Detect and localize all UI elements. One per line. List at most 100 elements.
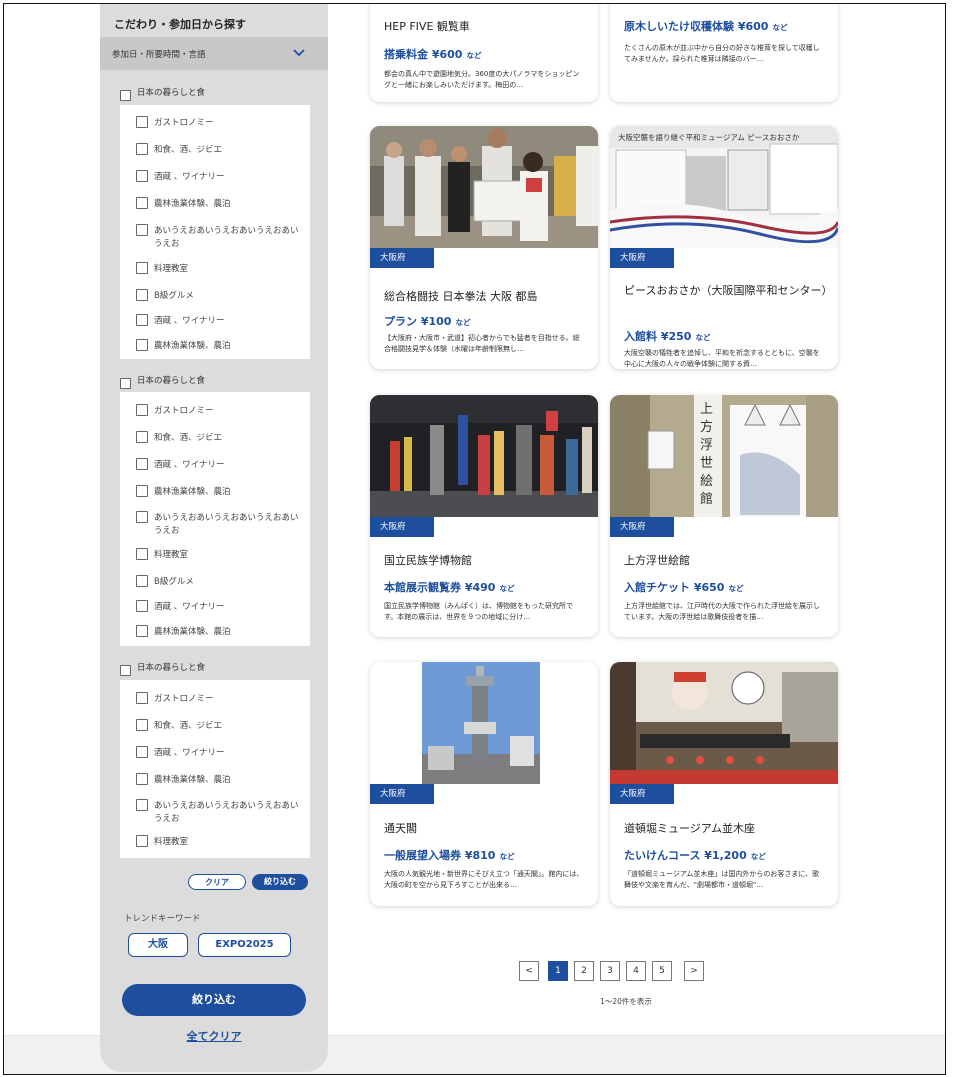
checkbox-icon xyxy=(136,458,148,470)
card-photo-dotonbori xyxy=(610,662,838,784)
checkbox-icon xyxy=(136,170,148,182)
category-checkbox[interactable]: 日本の暮らしと食 xyxy=(120,660,205,676)
card-price: プラン ¥100 など xyxy=(384,315,471,328)
card-price: 一般展望入場券 ¥810 など xyxy=(384,849,515,862)
checkbox-icon xyxy=(136,835,148,847)
checkbox-icon xyxy=(136,224,148,236)
checkbox-icon xyxy=(136,600,148,612)
trend-keyword-osaka[interactable]: 大阪 xyxy=(128,933,188,957)
card-title: 上方浮世絵館 xyxy=(624,554,690,567)
checkbox-icon xyxy=(136,719,148,731)
checkbox-icon xyxy=(136,339,148,351)
card-price: たいけんコース ¥1,200 など xyxy=(624,849,766,862)
category-label: 日本の暮らしと食 xyxy=(137,376,206,386)
card-title: 国立民族学博物館 xyxy=(384,554,472,567)
experience-card[interactable]: 大阪府 総合格闘技 日本拳法 大阪 都島 プラン ¥100 など 【大阪府・大阪市… xyxy=(370,126,598,369)
submit-filter-button[interactable]: 絞り込む xyxy=(122,984,306,1016)
checkbox-icon xyxy=(120,665,131,676)
card-photo-tsutenkaku xyxy=(370,662,598,784)
pagination-page-3[interactable]: 3 xyxy=(600,961,620,981)
card-description: 国立民族学博物館（みんぱく）は、博物館をもった研究所です。本館の展示は、世界を９… xyxy=(384,602,573,621)
card-description: 大阪の人気観光地・新世界にそびえ立つ「通天閣」。館内には、大阪の町を空から見下ろ… xyxy=(384,870,584,889)
experience-card[interactable]: 原木しいたけ収穫体験 ¥600 など たくさんの原木が並ぶ中から自分の好きな椎茸を… xyxy=(610,4,838,102)
signboard-text: 大阪空襲を語り継ぐ平和ミュージアム ピースおおさか xyxy=(618,133,800,142)
card-photo-ethnology-museum xyxy=(370,395,598,517)
experience-card[interactable]: 大阪空襲を語り継ぐ平和ミュージアム ピースおおさか 大阪府 ピースおおさか（大阪… xyxy=(610,126,838,369)
trend-keywords-label: トレンドキーワード xyxy=(124,914,201,924)
category-label: 日本の暮らしと食 xyxy=(137,663,206,673)
card-title: ピースおおさか（大阪国際平和センター） xyxy=(624,284,833,297)
page-frame: こだわり・参加日から探す 参加日・所要時間・言語 日本の暮らしと食 ガストロノミ… xyxy=(3,3,946,1075)
experience-card[interactable]: 大阪府 通天閣 一般展望入場券 ¥810 など 大阪の人気観光地・新世界にそびえ立… xyxy=(370,662,598,906)
checkbox-icon xyxy=(136,143,148,155)
card-photo-peace-osaka: 大阪空襲を語り継ぐ平和ミュージアム ピースおおさか xyxy=(610,126,838,248)
prefecture-tag: 大阪府 xyxy=(370,517,434,537)
subcategory-panel: ガストロノミー 和食、酒、ジビエ 酒蔵 、ワイナリー 農林漁業体験、農泊 あいう… xyxy=(120,680,310,858)
checkbox-icon xyxy=(136,262,148,274)
prefecture-tag: 大阪府 xyxy=(370,248,434,268)
checkbox-icon xyxy=(136,404,148,416)
card-title: HEP FIVE 観覧車 xyxy=(384,20,470,33)
card-title: 道頓堀ミュージアム並木座 xyxy=(624,822,756,835)
checkbox-icon xyxy=(136,197,148,209)
prefecture-tag: 大阪府 xyxy=(370,784,434,804)
checkbox-icon xyxy=(136,289,148,301)
checkbox-icon xyxy=(136,116,148,128)
checkbox-icon xyxy=(136,431,148,443)
subcategory-panel: ガストロノミー 和食、酒、ジビエ 酒蔵 、ワイナリー 農林漁業体験、農泊 あいう… xyxy=(120,105,310,359)
card-price: 搭乗料金 ¥600 など xyxy=(384,48,482,61)
card-price: 入館料 ¥250 など xyxy=(624,330,711,343)
prefecture-tag: 大阪府 xyxy=(610,517,674,537)
pagination-page-2[interactable]: 2 xyxy=(574,961,594,981)
category-checkbox[interactable]: 日本の暮らしと食 xyxy=(120,85,205,101)
pagination-page-1[interactable]: 1 xyxy=(548,961,568,981)
card-description: 上方浮世絵館では、江戸時代の大阪で作られた浮世絵を展示しています。大阪の浮世絵は… xyxy=(624,602,820,621)
pagination-page-4[interactable]: 4 xyxy=(626,961,646,981)
card-description: たくさんの原木が並ぶ中から自分の好きな椎茸を探して収穫してみませんか。採られた椎… xyxy=(624,44,820,63)
checkbox-icon xyxy=(136,511,148,523)
category-checkbox[interactable]: 日本の暮らしと食 xyxy=(120,373,205,389)
checkbox-icon xyxy=(136,746,148,758)
chevron-down-icon xyxy=(293,49,305,57)
experience-card[interactable]: 上方浮世絵館 大阪府 上方浮世絵館 入館チケット ¥650 など 上方浮世絵館では… xyxy=(610,395,838,637)
category-label: 日本の暮らしと食 xyxy=(137,88,206,98)
checkbox-icon xyxy=(120,378,131,389)
card-price: 入館チケット ¥650 など xyxy=(624,581,744,594)
prefecture-tag: 大阪府 xyxy=(610,248,674,268)
experience-card[interactable]: HEP FIVE 観覧車 搭乗料金 ¥600 など 都会の真ん中で遊園地気分。36… xyxy=(370,4,598,102)
checkbox-icon xyxy=(136,575,148,587)
card-price: 原木しいたけ収穫体験 ¥600 など xyxy=(624,20,788,33)
pagination-prev-button[interactable]: < xyxy=(519,961,539,981)
card-description: 「道頓堀ミュージアム並木座」は国内外からのお客さまに、歌舞伎や文楽を育んだ、"劇… xyxy=(624,870,820,889)
sidebar-title: こだわり・参加日から探す xyxy=(114,18,246,31)
clear-all-link[interactable]: 全てクリア xyxy=(100,1028,328,1044)
prefecture-tag: 大阪府 xyxy=(610,784,674,804)
filter-sidebar: こだわり・参加日から探す 参加日・所要時間・言語 日本の暮らしと食 ガストロノミ… xyxy=(100,4,328,1072)
checkbox-icon xyxy=(136,773,148,785)
pagination-next-button[interactable]: > xyxy=(684,961,704,981)
experience-card[interactable]: 大阪府 国立民族学博物館 本館展示観覧券 ¥490 など 国立民族学博物館（みんぱ… xyxy=(370,395,598,637)
checkbox-icon xyxy=(136,625,148,637)
result-count-text: 1〜20件を表示 xyxy=(600,997,652,1006)
card-photo-ukiyoe-museum: 上方浮世絵館 xyxy=(610,395,838,517)
date-duration-language-select[interactable]: 参加日・所要時間・言語 xyxy=(100,37,328,70)
card-description: 都会の真ん中で遊園地気分。360度の大パノラマをショッピングと一緒にお楽しみいた… xyxy=(384,70,580,89)
card-photo-martial-arts xyxy=(370,126,598,248)
checkbox-icon xyxy=(136,799,148,811)
card-title: 通天閣 xyxy=(384,822,417,835)
checkbox-icon xyxy=(136,692,148,704)
experience-card[interactable]: 大阪府 道頓堀ミュージアム並木座 たいけんコース ¥1,200 など 「道頓堀ミュ… xyxy=(610,662,838,906)
card-description: 【大阪府・大阪市・武道】初心者からでも猛者を目指せる。総合格闘技見学＆体験（水曜… xyxy=(384,334,580,353)
subcategory-panel: ガストロノミー 和食、酒、ジビエ 酒蔵 、ワイナリー 農林漁業体験、農泊 あいう… xyxy=(120,392,310,646)
card-title: 総合格闘技 日本拳法 大阪 都島 xyxy=(384,290,538,303)
select-label: 参加日・所要時間・言語 xyxy=(112,50,206,60)
checkbox-icon xyxy=(136,548,148,560)
museum-sign-text: 上方浮世絵館 xyxy=(700,402,714,507)
card-description: 大阪空襲の犠牲者を追悼し、平和を祈念するとともに、空襲を中心に大阪の人々の戦争体… xyxy=(624,349,820,368)
clear-button[interactable]: クリア xyxy=(188,874,246,890)
narrow-down-button[interactable]: 絞り込む xyxy=(252,874,308,890)
checkbox-icon xyxy=(136,485,148,497)
checkbox-icon xyxy=(120,90,131,101)
pagination-page-5[interactable]: 5 xyxy=(652,961,672,981)
trend-keyword-expo2025[interactable]: EXPO2025 xyxy=(198,933,291,957)
